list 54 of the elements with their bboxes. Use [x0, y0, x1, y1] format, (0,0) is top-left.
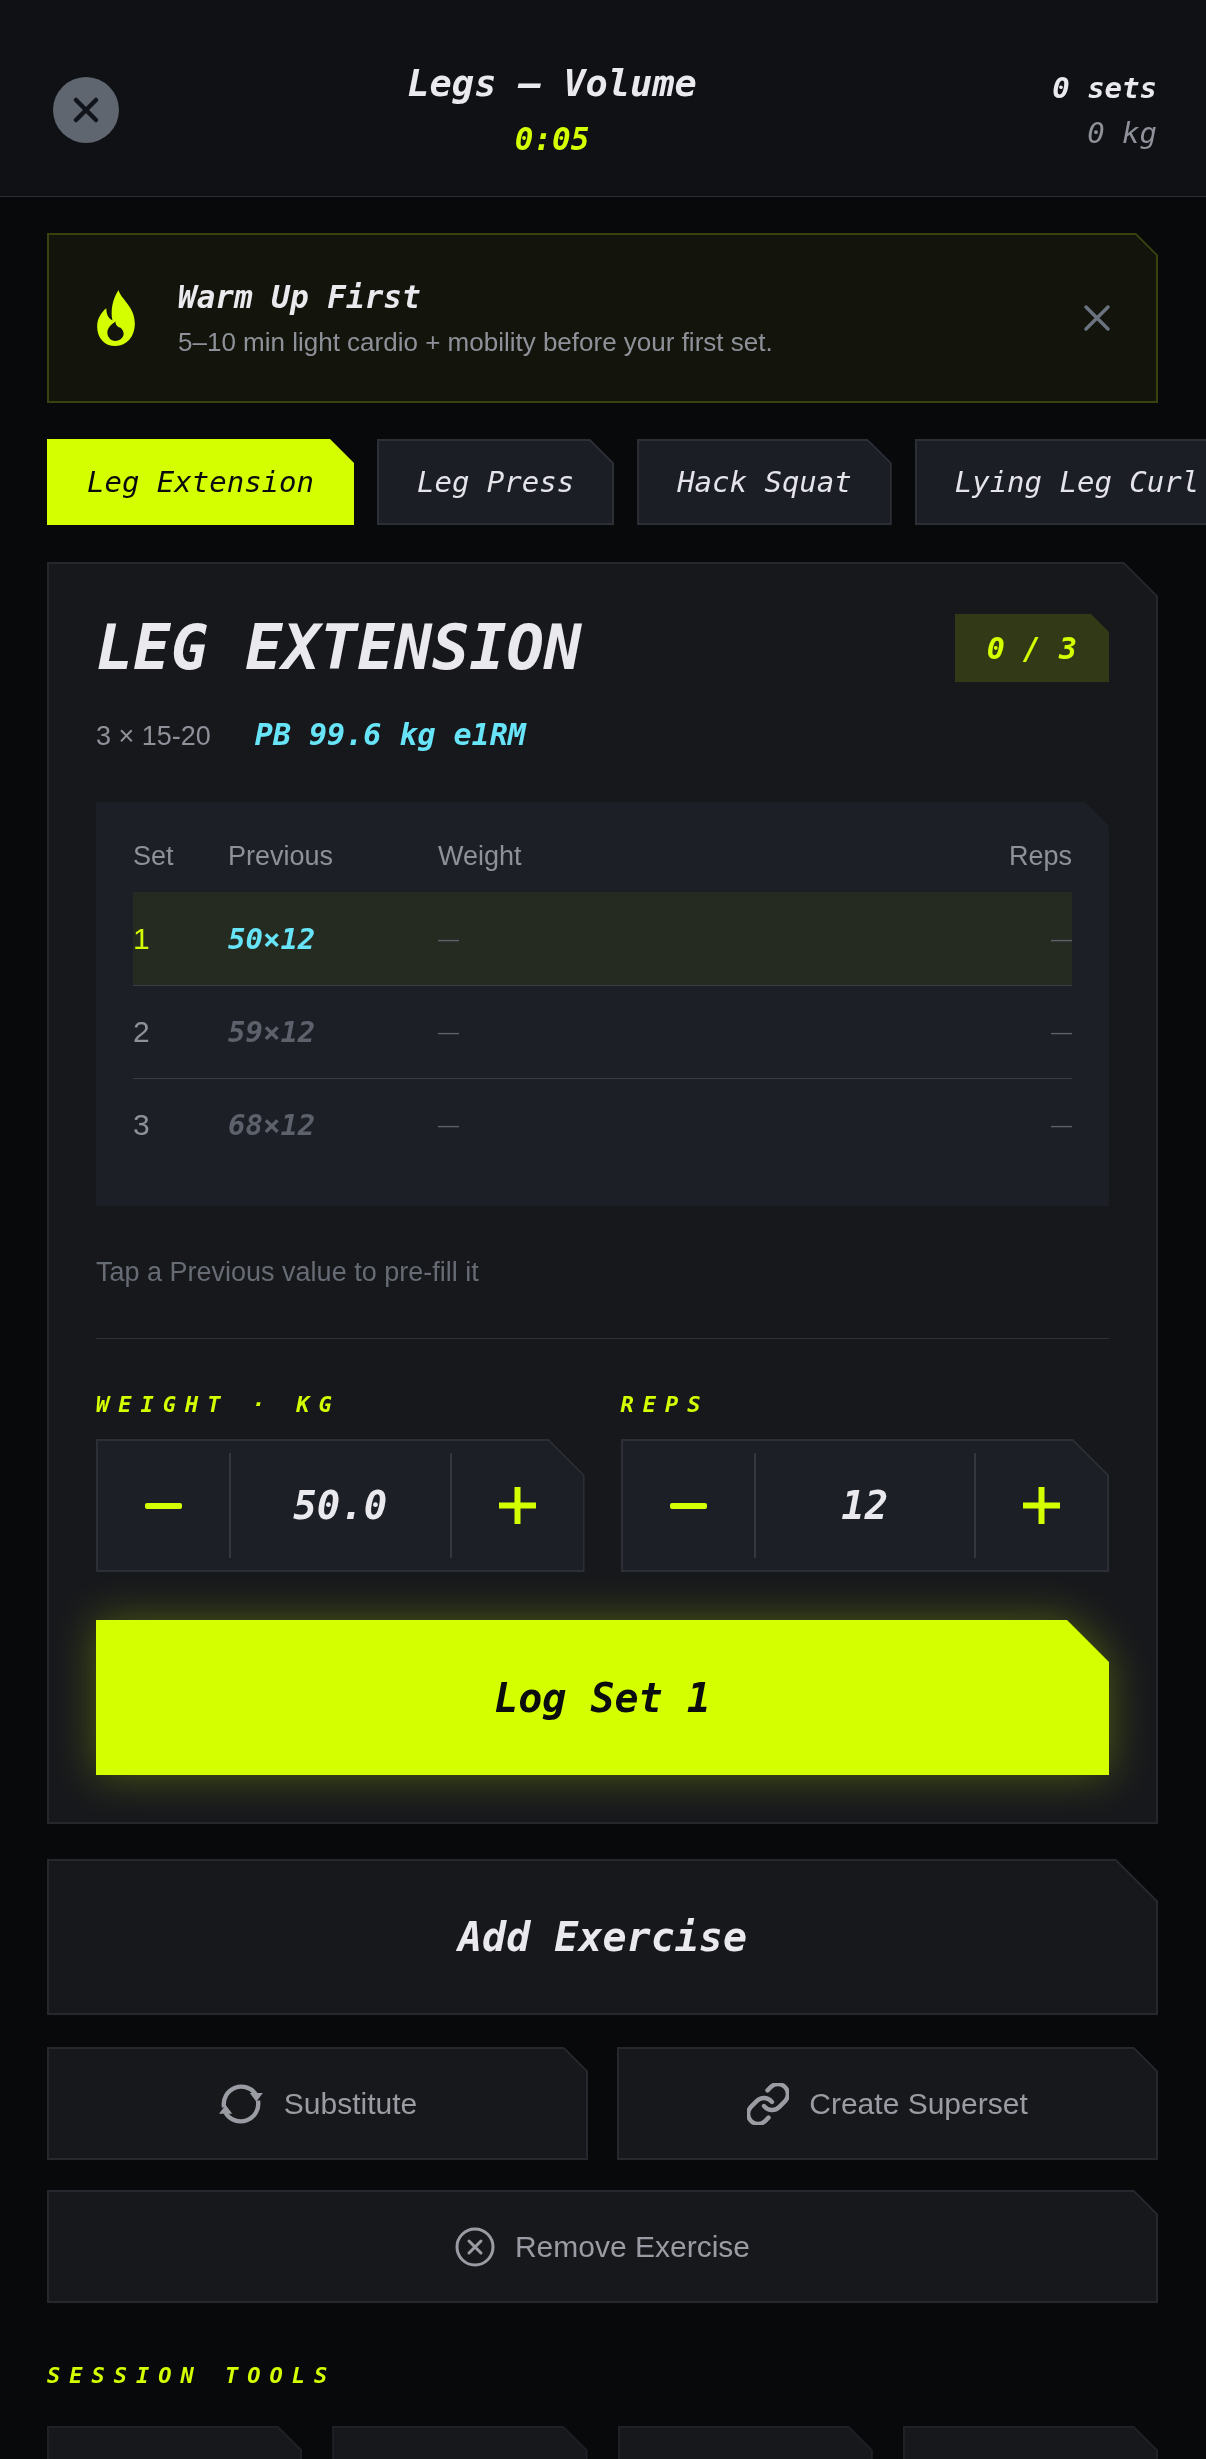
dismiss-button[interactable] — [1083, 304, 1111, 332]
reps-cell: — — [1051, 1113, 1072, 1137]
log-set-button[interactable]: Log Set 1 — [96, 1620, 1109, 1775]
create-superset-button[interactable]: Create Superset — [617, 2047, 1158, 2160]
minus-icon — [145, 1502, 182, 1509]
field-label: WEIGHT · KG — [96, 1392, 341, 1418]
weight-cell: — — [438, 1113, 459, 1137]
weight-cell: — — [438, 1020, 459, 1044]
workout-title: Legs — Volume — [407, 62, 697, 106]
progress-badge: 0 / 3 — [954, 614, 1109, 682]
reps-cell: — — [1051, 1020, 1072, 1044]
x-circle-icon — [454, 2226, 495, 2267]
column-header: Reps — [1008, 840, 1072, 872]
remove-exercise-button[interactable]: Remove Exercise — [47, 2190, 1158, 2303]
value-field[interactable]: 12 — [755, 1441, 974, 1570]
banner-title: Warm Up First — [178, 279, 421, 315]
chain-link-icon — [747, 2082, 790, 2125]
exercise-tab[interactable]: Leg Extension — [47, 439, 354, 525]
flame-icon — [97, 290, 135, 346]
column-header: Previous — [228, 840, 334, 872]
previous-value[interactable]: 50×12 — [228, 921, 316, 956]
exercise-title: LEG EXTENSION — [96, 611, 582, 685]
plus-icon — [498, 1487, 536, 1524]
circular-arrows-icon — [217, 2082, 264, 2125]
plus-icon — [1023, 1487, 1060, 1524]
set-number: 1 — [133, 921, 150, 956]
hint-text: Tap a Previous value to pre-fill it — [96, 1256, 480, 1288]
section-label: SESSION TOOLS — [47, 2364, 337, 2388]
reps-cell: — — [1051, 926, 1072, 951]
tool-tile[interactable] — [332, 2426, 588, 2459]
personal-best: PB 99.6 kg e1RM — [254, 719, 526, 751]
substitute-button[interactable]: Substitute — [47, 2047, 588, 2160]
add-exercise-button[interactable]: Add Exercise — [47, 1859, 1158, 2015]
close-icon — [1083, 304, 1111, 332]
exercise-tab[interactable]: Hack Squat — [637, 439, 892, 525]
column-header: Weight — [438, 840, 522, 872]
value-field[interactable]: 50.0 — [231, 1441, 450, 1570]
exercise-tab[interactable]: Lying Leg Curl — [914, 439, 1206, 525]
tool-tile[interactable] — [617, 2426, 873, 2459]
tool-tile[interactable] — [47, 2426, 303, 2459]
set-number: 3 — [133, 1108, 150, 1142]
volume-total: 0 kg — [1087, 116, 1157, 150]
column-header: Set — [133, 840, 174, 872]
set-scheme: 3 × 15-20 — [96, 720, 211, 752]
tool-tile[interactable] — [902, 2426, 1158, 2459]
sets-count: 0 sets — [1052, 71, 1157, 105]
banner-message: 5–10 min light cardio + mobility before your first set. — [178, 327, 773, 357]
close-icon — [72, 96, 100, 124]
field-label: REPS — [620, 1392, 710, 1418]
minus-icon — [669, 1502, 707, 1509]
exercise-tab[interactable]: Leg Press — [377, 439, 615, 525]
weight-cell: — — [438, 926, 459, 951]
set-number: 2 — [133, 1015, 150, 1049]
elapsed-timer: 0:05 — [514, 121, 590, 157]
